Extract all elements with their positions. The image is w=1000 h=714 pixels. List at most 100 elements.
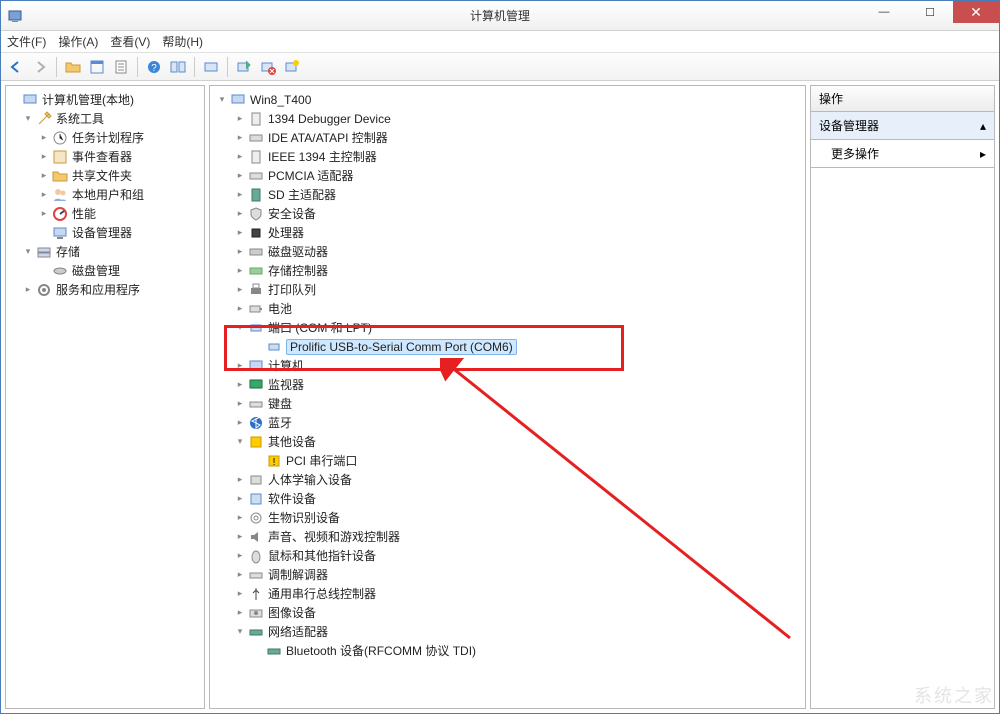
expand-icon[interactable]: ▸ xyxy=(234,550,246,562)
tree-localusers[interactable]: ▸本地用户和组 xyxy=(6,185,204,204)
expand-icon[interactable]: ▸ xyxy=(234,284,246,296)
expand-icon[interactable]: ▸ xyxy=(234,189,246,201)
collapse-icon[interactable]: ▾ xyxy=(234,436,246,448)
help-button[interactable]: ? xyxy=(143,56,165,78)
dev-storagectrl[interactable]: ▸存储控制器 xyxy=(210,261,805,280)
dev-printq[interactable]: ▸打印队列 xyxy=(210,280,805,299)
tree-storage[interactable]: ▾存储 xyxy=(6,242,204,261)
collapse-icon[interactable]: ▾ xyxy=(216,94,228,106)
folder-button[interactable] xyxy=(62,56,84,78)
dev-sd[interactable]: ▸SD 主适配器 xyxy=(210,185,805,204)
tree-tasksched[interactable]: ▸任务计划程序 xyxy=(6,128,204,147)
dev-mouse[interactable]: ▸鼠标和其他指针设备 xyxy=(210,546,805,565)
collapse-icon[interactable]: ▾ xyxy=(234,626,246,638)
tree-devmgr[interactable]: 设备管理器 xyxy=(6,223,204,242)
expand-icon[interactable]: ▸ xyxy=(38,189,50,201)
dev-network[interactable]: ▾网络适配器 xyxy=(210,622,805,641)
dev-monitor[interactable]: ▸监视器 xyxy=(210,375,805,394)
tree-services[interactable]: ▸服务和应用程序 xyxy=(6,280,204,299)
legacy-button[interactable] xyxy=(281,56,303,78)
dev-cpu[interactable]: ▸处理器 xyxy=(210,223,805,242)
expand-icon[interactable]: ▸ xyxy=(234,360,246,372)
expand-icon[interactable]: ▸ xyxy=(234,170,246,182)
expand-icon[interactable]: ▸ xyxy=(234,265,246,277)
menu-view[interactable]: 查看(V) xyxy=(110,33,150,50)
dev-ide[interactable]: ▸IDE ATA/ATAPI 控制器 xyxy=(210,128,805,147)
close-button[interactable]: ✕ xyxy=(953,1,999,23)
dev-software[interactable]: ▸软件设备 xyxy=(210,489,805,508)
expand-icon[interactable]: ▸ xyxy=(234,512,246,524)
dev-disk[interactable]: ▸磁盘驱动器 xyxy=(210,242,805,261)
tree-eventviewer[interactable]: ▸事件查看器 xyxy=(6,147,204,166)
dev-modem[interactable]: ▸调制解调器 xyxy=(210,565,805,584)
expand-icon[interactable]: ▸ xyxy=(234,417,246,429)
tree-shared[interactable]: ▸共享文件夹 xyxy=(6,166,204,185)
menu-help[interactable]: 帮助(H) xyxy=(162,33,203,50)
tree-systools[interactable]: ▾系统工具 xyxy=(6,109,204,128)
expand-icon[interactable]: ▸ xyxy=(234,132,246,144)
dev-btrfcomm[interactable]: Bluetooth 设备(RFCOMM 协议 TDI) xyxy=(210,641,805,660)
dev-1394dbg[interactable]: ▸1394 Debugger Device xyxy=(210,109,805,128)
dev-computer[interactable]: ▸计算机 xyxy=(210,356,805,375)
more-actions[interactable]: 更多操作▸ xyxy=(810,140,995,168)
expand-icon[interactable]: ▸ xyxy=(234,208,246,220)
expand-icon[interactable]: ▸ xyxy=(38,170,50,182)
dev-audio[interactable]: ▸声音、视频和游戏控制器 xyxy=(210,527,805,546)
dev-imaging[interactable]: ▸图像设备 xyxy=(210,603,805,622)
scan-button[interactable] xyxy=(200,56,222,78)
dev-keyboard[interactable]: ▸键盘 xyxy=(210,394,805,413)
expand-icon[interactable]: ▸ xyxy=(234,113,246,125)
expand-icon[interactable]: ▸ xyxy=(234,493,246,505)
expand-icon[interactable]: ▸ xyxy=(234,151,246,163)
collapse-icon[interactable]: ▾ xyxy=(22,113,34,125)
dev-ieee1394[interactable]: ▸IEEE 1394 主控制器 xyxy=(210,147,805,166)
dev-biometric[interactable]: ▸生物识别设备 xyxy=(210,508,805,527)
dev-usb[interactable]: ▸通用串行总线控制器 xyxy=(210,584,805,603)
dev-root[interactable]: ▾Win8_T400 xyxy=(210,90,805,109)
expand-icon[interactable]: ▸ xyxy=(234,246,246,258)
menu-action[interactable]: 操作(A) xyxy=(58,33,98,50)
expand-icon[interactable]: ▸ xyxy=(234,474,246,486)
view-button[interactable] xyxy=(86,56,108,78)
dev-pciserial[interactable]: !PCI 串行端口 xyxy=(210,451,805,470)
dev-security[interactable]: ▸安全设备 xyxy=(210,204,805,223)
expand-icon[interactable]: ▸ xyxy=(38,208,50,220)
dev-bluetooth[interactable]: ▸蓝牙 xyxy=(210,413,805,432)
expand-icon[interactable]: ▸ xyxy=(22,284,34,296)
tree-root-local[interactable]: 计算机管理(本地) xyxy=(6,90,204,109)
expand-icon[interactable]: ▸ xyxy=(234,227,246,239)
expand-icon[interactable]: ▸ xyxy=(234,379,246,391)
show-hide-button[interactable] xyxy=(167,56,189,78)
dev-battery[interactable]: ▸电池 xyxy=(210,299,805,318)
collapse-icon[interactable]: ▾ xyxy=(234,322,246,334)
collapse-icon[interactable]: ▴ xyxy=(980,119,986,133)
actions-section[interactable]: 设备管理器▴ xyxy=(810,112,995,140)
dev-pcmcia[interactable]: ▸PCMCIA 适配器 xyxy=(210,166,805,185)
expand-icon[interactable]: ▸ xyxy=(234,588,246,600)
collapse-icon[interactable]: ▾ xyxy=(22,246,34,258)
left-tree-panel[interactable]: 计算机管理(本地) ▾系统工具 ▸任务计划程序 ▸事件查看器 ▸共享文件夹 ▸本… xyxy=(5,85,205,709)
forward-button[interactable] xyxy=(29,56,51,78)
tree-perf[interactable]: ▸性能 xyxy=(6,204,204,223)
device-tree-panel[interactable]: ▾Win8_T400 ▸1394 Debugger Device ▸IDE AT… xyxy=(209,85,806,709)
tree-diskmgmt[interactable]: 磁盘管理 xyxy=(6,261,204,280)
minimize-button[interactable]: — xyxy=(861,1,907,23)
uninstall-button[interactable] xyxy=(257,56,279,78)
collapse-icon[interactable] xyxy=(8,94,20,106)
dev-other[interactable]: ▾其他设备 xyxy=(210,432,805,451)
expand-icon[interactable]: ▸ xyxy=(234,303,246,315)
expand-icon[interactable]: ▸ xyxy=(38,132,50,144)
expand-icon[interactable]: ▸ xyxy=(234,607,246,619)
expand-icon[interactable]: ▸ xyxy=(234,569,246,581)
dev-hid[interactable]: ▸人体学输入设备 xyxy=(210,470,805,489)
expand-icon[interactable]: ▸ xyxy=(38,151,50,163)
menu-file[interactable]: 文件(F) xyxy=(7,33,46,50)
properties-button[interactable] xyxy=(110,56,132,78)
dev-ports[interactable]: ▾端口 (COM 和 LPT) xyxy=(210,318,805,337)
maximize-button[interactable]: ☐ xyxy=(907,1,953,23)
dev-prolific[interactable]: Prolific USB-to-Serial Comm Port (COM6) xyxy=(210,337,805,356)
update-button[interactable] xyxy=(233,56,255,78)
back-button[interactable] xyxy=(5,56,27,78)
expand-icon[interactable]: ▸ xyxy=(234,531,246,543)
expand-icon[interactable]: ▸ xyxy=(234,398,246,410)
